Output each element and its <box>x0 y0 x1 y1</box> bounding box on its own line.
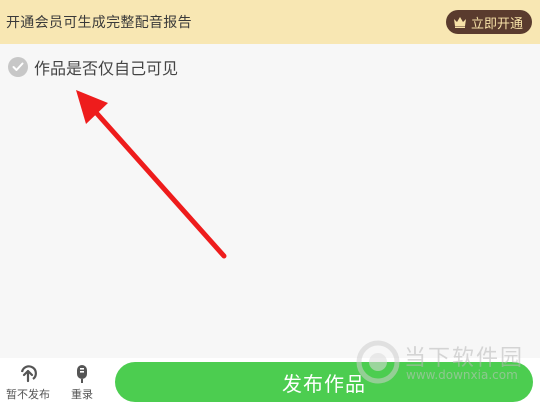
open-vip-label: 立即开通 <box>470 16 523 32</box>
unpublish-button[interactable]: 暂不发布 <box>6 364 50 402</box>
check-icon[interactable] <box>8 57 28 77</box>
privacy-toggle[interactable]: 作品是否仅自己可见 <box>8 55 178 79</box>
open-vip-button[interactable]: 立即开通 <box>445 10 532 34</box>
unpublish-label: 暂不发布 <box>6 388 50 401</box>
rerecord-button[interactable]: 重录 <box>60 364 104 402</box>
publish-button[interactable]: 发布作品 <box>115 362 533 402</box>
privacy-label: 作品是否仅自己可见 <box>34 59 179 78</box>
upload-icon <box>20 365 37 383</box>
crown-icon <box>453 17 466 28</box>
vip-banner: 开通会员可生成完整配音报告 立即开通 <box>0 0 540 44</box>
bottom-action-bar: 暂不发布 重录 发布作品 <box>0 358 540 406</box>
microphone-icon <box>77 365 87 383</box>
rerecord-label: 重录 <box>71 388 93 401</box>
vip-banner-text: 开通会员可生成完整配音报告 <box>6 15 192 31</box>
